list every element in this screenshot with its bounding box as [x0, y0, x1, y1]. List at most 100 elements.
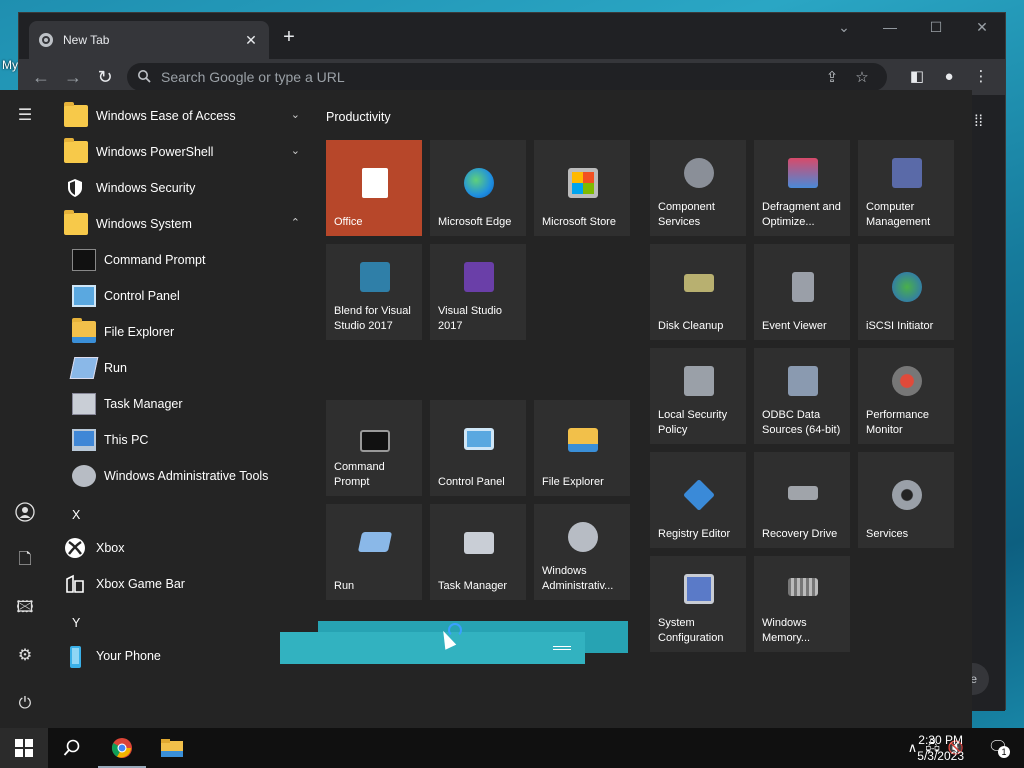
tile-computer-management[interactable]: Computer Management	[858, 140, 954, 236]
list-item-file-explorer[interactable]: File Explorer	[50, 314, 312, 350]
app-label: Windows Ease of Access	[96, 109, 236, 123]
taskbar-clock[interactable]: 2:30 PM 5/3/2023	[917, 732, 964, 764]
tile-label: Defragment and Optimize...	[762, 201, 841, 228]
taskbar-chrome-icon[interactable]	[98, 728, 146, 768]
omnibox[interactable]: Search Google or type a URL ⇪ ☆	[127, 63, 887, 91]
desktop-icon-label[interactable]: My	[2, 58, 18, 72]
forward-button[interactable]: →	[57, 63, 89, 91]
run-icon	[69, 357, 99, 379]
letter-header-x[interactable]: X	[72, 508, 80, 522]
profile-icon[interactable]: ●	[933, 63, 965, 91]
start-rail: ☰ 🗋 🖾 ⚙ ⏻	[0, 90, 50, 728]
letter-header-y[interactable]: Y	[72, 616, 80, 630]
tile-registry-editor[interactable]: Registry Editor	[650, 452, 746, 548]
tile-visual-studio[interactable]: Visual Studio 2017	[430, 244, 526, 340]
documents-icon[interactable]: 🗋	[0, 542, 50, 578]
start-button[interactable]	[0, 728, 48, 768]
tile-label: Registry Editor	[658, 528, 731, 540]
app-label: Windows Administrative Tools	[104, 469, 269, 483]
user-icon[interactable]	[0, 494, 50, 530]
list-item-windows-powershell[interactable]: Windows PowerShell ⌄	[50, 134, 312, 170]
list-item-run[interactable]: Run	[50, 350, 312, 386]
tile-system-configuration[interactable]: System Configuration	[650, 556, 746, 652]
registry-editor-icon	[683, 479, 715, 511]
minimize-button[interactable]: —	[867, 13, 913, 41]
tile-label: Visual Studio 2017	[438, 305, 503, 332]
pictures-icon[interactable]: 🖾	[0, 590, 50, 626]
tile-command-prompt[interactable]: Command Prompt	[326, 400, 422, 496]
list-item-windows-ease-of-access[interactable]: Windows Ease of Access ⌄	[50, 98, 312, 134]
tile-event-viewer[interactable]: Event Viewer	[754, 244, 850, 340]
iscsi-icon	[892, 272, 922, 302]
group-title-productivity[interactable]: Productivity	[326, 110, 391, 124]
list-item-windows-security[interactable]: Windows Security	[50, 170, 312, 206]
tile-component-services[interactable]: Component Services	[650, 140, 746, 236]
action-center-icon[interactable]: 🗨 1	[978, 728, 1018, 768]
list-item-windows-system[interactable]: Windows System ⌃	[50, 206, 312, 242]
power-icon[interactable]: ⏻	[0, 686, 50, 722]
tile-odbc-data-sources[interactable]: ODBC Data Sources (64-bit)	[754, 348, 850, 444]
tile-office[interactable]: Office	[326, 140, 422, 236]
tile-performance-monitor[interactable]: Performance Monitor	[858, 348, 954, 444]
tile-label: System Configuration	[658, 617, 724, 644]
your-phone-icon	[64, 645, 88, 668]
settings-icon[interactable]: ⚙	[0, 638, 50, 674]
tab-title: New Tab	[63, 33, 110, 47]
tile-label: Microsoft Edge	[438, 216, 512, 228]
share-icon[interactable]: ⇪	[817, 68, 847, 86]
side-panel-icon[interactable]: ◧	[901, 63, 933, 91]
tile-local-security-policy[interactable]: Local Security Policy	[650, 348, 746, 444]
tile-services[interactable]: Services	[858, 452, 954, 548]
tile-label: Component Services	[658, 201, 715, 228]
maximize-button[interactable]: ☐	[913, 13, 959, 41]
clock-time: 2:30 PM	[918, 733, 963, 747]
list-item-xbox-game-bar[interactable]: Xbox Game Bar	[50, 566, 312, 602]
tile-label: Local Security Policy	[658, 409, 728, 436]
new-tab-button[interactable]: +	[277, 26, 301, 50]
tile-windows-memory[interactable]: Windows Memory...	[754, 556, 850, 652]
tab-close-icon[interactable]: ✕	[243, 32, 259, 49]
folder-icon	[64, 138, 88, 163]
tile-defragment[interactable]: Defragment and Optimize...	[754, 140, 850, 236]
app-label: Windows Security	[96, 181, 196, 195]
blend-icon	[360, 262, 390, 292]
tile-control-panel[interactable]: Control Panel	[430, 400, 526, 496]
bookmark-star-icon[interactable]: ☆	[847, 68, 877, 86]
tile-label: Disk Cleanup	[658, 320, 724, 332]
tile-run[interactable]: Run	[326, 504, 422, 600]
list-item-command-prompt[interactable]: Command Prompt	[50, 242, 312, 278]
chrome-favicon-icon	[39, 33, 53, 47]
list-item-control-panel[interactable]: Control Panel	[50, 278, 312, 314]
tile-microsoft-store[interactable]: Microsoft Store	[534, 140, 630, 236]
list-item-task-manager[interactable]: Task Manager	[50, 386, 312, 422]
taskbar-search-icon[interactable]	[48, 728, 96, 768]
hamburger-icon[interactable]: ☰	[0, 98, 50, 134]
tile-windows-administrative-tools[interactable]: Windows Administrativ...	[534, 504, 630, 600]
menu-icon[interactable]: ⋮	[965, 63, 997, 91]
tab-new-tab[interactable]: New Tab ✕	[29, 21, 269, 59]
reload-button[interactable]: ↻	[89, 63, 121, 91]
tab-search-button[interactable]: ⌄	[821, 13, 867, 41]
close-window-button[interactable]: ✕	[959, 13, 1005, 41]
tile-microsoft-edge[interactable]: Microsoft Edge	[430, 140, 526, 236]
tile-iscsi-initiator[interactable]: iSCSI Initiator	[858, 244, 954, 340]
tile-task-manager[interactable]: Task Manager	[430, 504, 526, 600]
tile-recovery-drive[interactable]: Recovery Drive	[754, 452, 850, 548]
tile-label: Task Manager	[438, 580, 508, 592]
drag-handle-icon[interactable]	[553, 646, 571, 650]
dragged-group-header[interactable]	[280, 632, 585, 664]
taskbar-file-explorer-icon[interactable]	[148, 728, 196, 768]
tile-disk-cleanup[interactable]: Disk Cleanup	[650, 244, 746, 340]
back-button[interactable]: ←	[25, 63, 57, 91]
list-item-windows-administrative-tools[interactable]: Windows Administrative Tools	[50, 458, 312, 494]
performance-monitor-icon	[892, 366, 922, 396]
tile-label: Office	[334, 216, 363, 228]
tray-overflow-icon[interactable]: ∧	[908, 740, 918, 756]
tile-label: iSCSI Initiator	[866, 320, 934, 332]
tile-file-explorer[interactable]: File Explorer	[534, 400, 630, 496]
list-item-this-pc[interactable]: This PC	[50, 422, 312, 458]
list-item-xbox[interactable]: Xbox	[50, 530, 312, 566]
apps-grid-icon[interactable]: ⁞⁞	[974, 113, 983, 131]
list-item-your-phone[interactable]: Your Phone	[50, 638, 312, 674]
tile-blend-visual-studio[interactable]: Blend for Visual Studio 2017	[326, 244, 422, 340]
